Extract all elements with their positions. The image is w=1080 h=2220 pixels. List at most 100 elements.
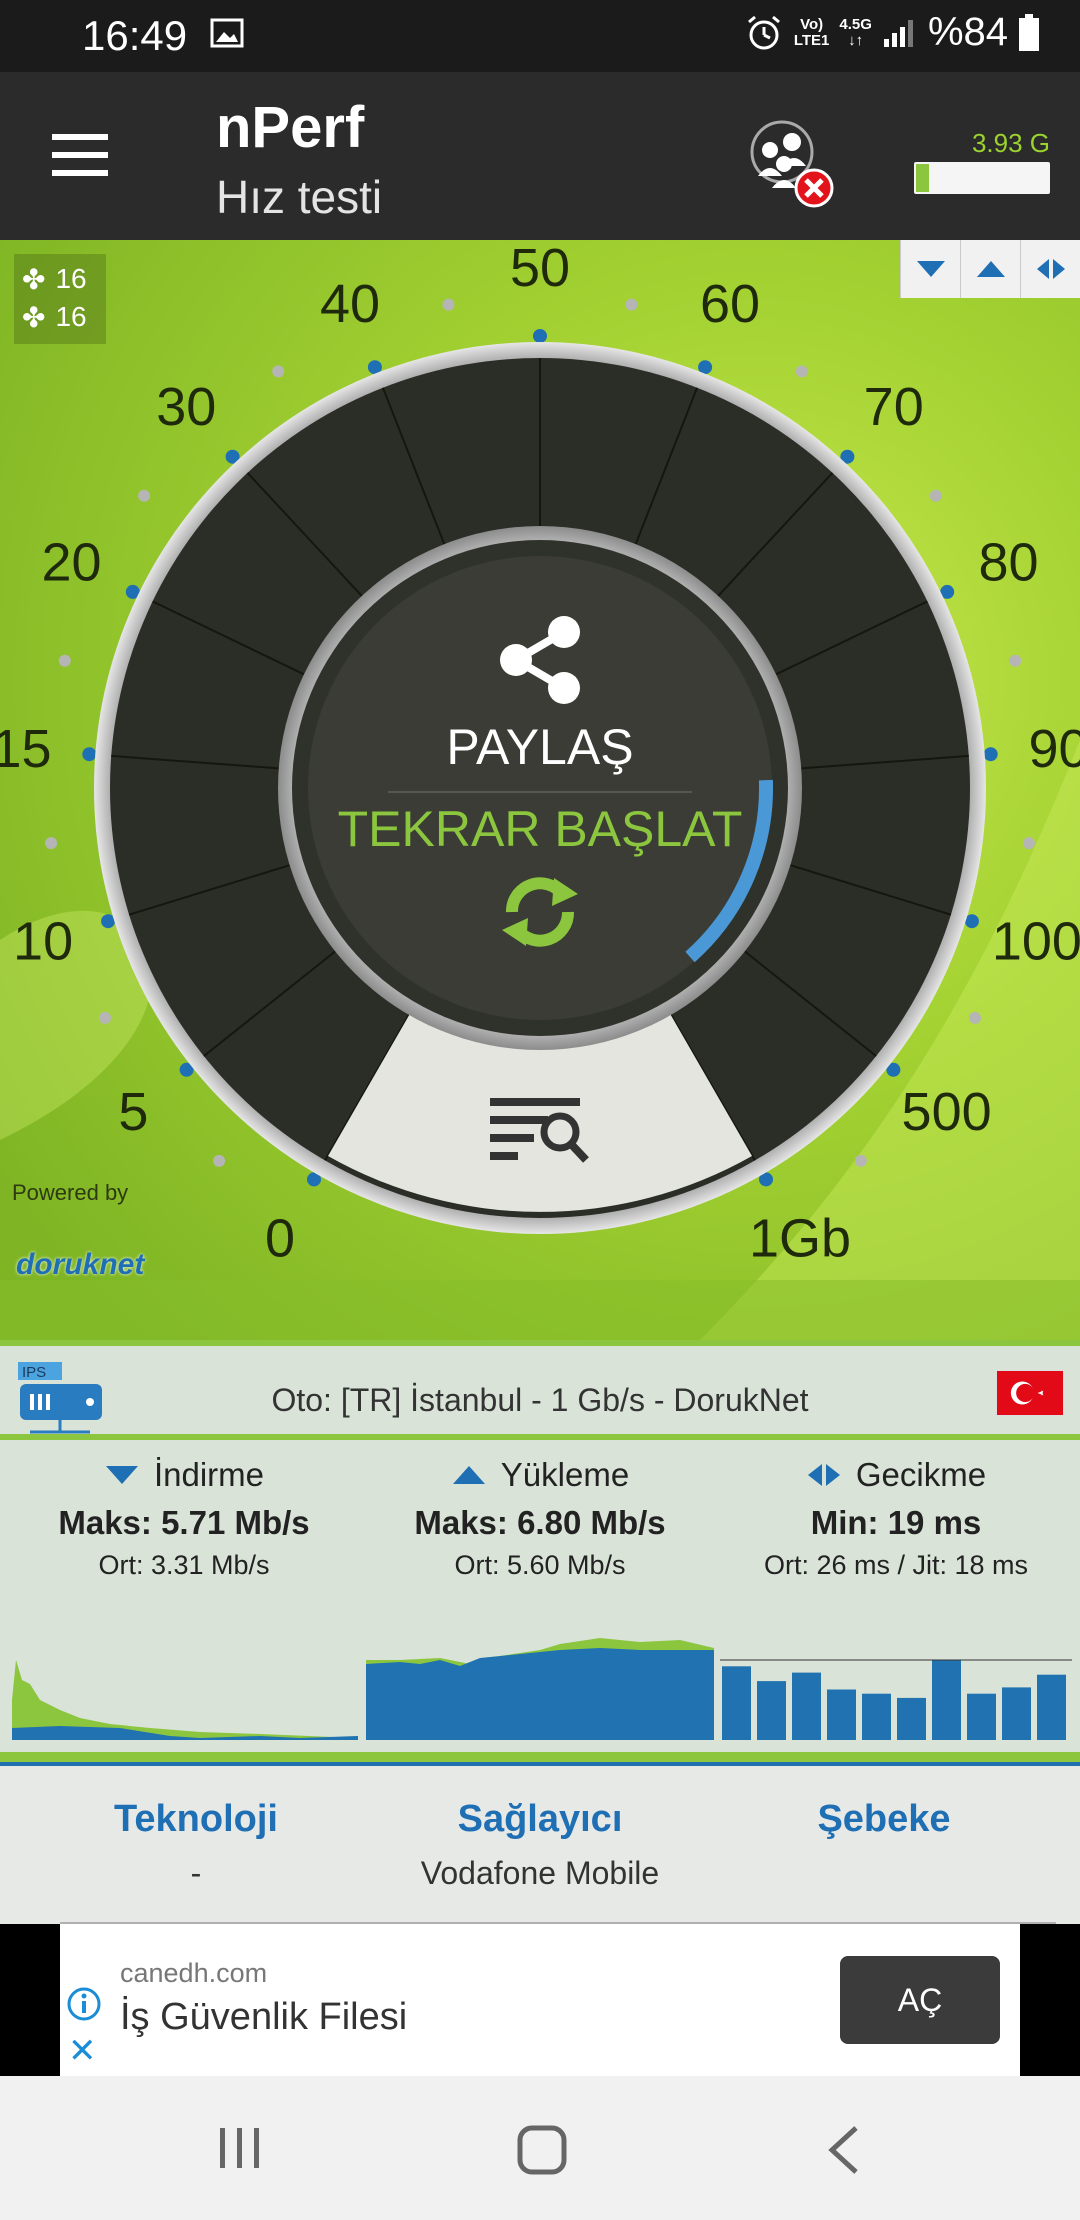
- latency-bar: [932, 1660, 961, 1740]
- status-right: Vo) LTE1 4.5G ↓↑ %84: [744, 10, 1040, 55]
- technology-label: Teknoloji: [114, 1798, 278, 1840]
- menu-button[interactable]: [52, 134, 114, 178]
- gauge-minor-tick: [1009, 654, 1022, 667]
- results-divider: [0, 1752, 1080, 1762]
- download-max: Maks: 5.71 Mb/s: [58, 1504, 310, 1541]
- results-panel: İndirme Maks: 5.71 Mb/s Ort: 3.31 Mb/s Y…: [0, 1440, 1080, 1760]
- upload-view-button[interactable]: [960, 240, 1020, 298]
- latency-arrows-icon: [1036, 259, 1065, 279]
- latency-bar: [722, 1666, 751, 1740]
- upload-result: Yükleme Maks: 6.80 Mb/s Ort: 5.60 Mb/s: [360, 1456, 720, 1581]
- triangle-up-icon: [976, 261, 1005, 277]
- gauge-minor-tick: [272, 365, 285, 378]
- latency-bar: [862, 1693, 891, 1740]
- gauge-label: 80: [978, 532, 1038, 592]
- latency-avg: Ort: 26 ms / Jit: 18 ms: [763, 1550, 1029, 1580]
- upload-graph: [366, 1638, 714, 1740]
- data-used-bar-fill: [916, 164, 929, 192]
- latency-view-button[interactable]: [1020, 240, 1080, 298]
- share-label: PAYLAŞ: [446, 719, 634, 775]
- upload-label: Yükleme: [500, 1456, 630, 1493]
- refresh-icon: [502, 877, 578, 947]
- network-type-info: Şebeke: [704, 1798, 1064, 1855]
- navigation-bar: [0, 2076, 1080, 2220]
- technology-info: Teknoloji -: [16, 1798, 376, 1892]
- gauge-label: 60: [700, 274, 760, 334]
- ad-banner[interactable]: ✕ canedh.com İş Güvenlik Filesi AÇ: [60, 1924, 1020, 2076]
- servers-icon: ✤: [22, 263, 46, 295]
- alarm-icon: [747, 15, 780, 49]
- network-type: 4.5G ↓↑: [839, 15, 872, 49]
- server-text: Oto: [TR] İstanbul - 1 Gb/s - DorukNet: [271, 1382, 809, 1418]
- community-offline-icon[interactable]: [740, 112, 840, 212]
- gauge-minor-tick: [138, 489, 151, 502]
- speedometer-panel: 0 5 10 15 20 30 40 50 60 70 80 90 100 500 1Gb: [0, 240, 1080, 1340]
- sponsor-logo[interactable]: doruknet: [16, 1248, 144, 1282]
- gauge-label: 30: [156, 377, 216, 437]
- upload-avg: Ort: 5.60 Mb/s: [454, 1550, 626, 1580]
- gauge-minor-tick: [929, 489, 942, 502]
- share-icon: [500, 616, 580, 704]
- restart-button[interactable]: TEKRAR BAŞLAT: [320, 800, 760, 950]
- gauge-label: 5: [118, 1082, 148, 1142]
- download-label: İndirme: [153, 1456, 265, 1493]
- result-graphs: [12, 1638, 1072, 1740]
- network-label: Şebeke: [817, 1798, 951, 1840]
- home-icon[interactable]: [516, 2124, 568, 2176]
- gauge-tick: [82, 747, 97, 762]
- latency-min: Min: 19 ms: [810, 1504, 982, 1541]
- app-title: nPerf: [216, 95, 365, 160]
- gauge-label: 500: [902, 1082, 992, 1142]
- gauge-label: 10: [13, 911, 73, 971]
- signal-icon: [883, 19, 913, 47]
- data-used-bar: [914, 162, 1050, 194]
- recent-apps-icon[interactable]: [216, 2124, 264, 2172]
- ad-domain: canedh.com: [120, 1958, 268, 1988]
- gauge-label: 90: [1028, 719, 1080, 779]
- gauge-minor-tick: [99, 1011, 111, 1024]
- view-toggle-group: [900, 240, 1080, 298]
- gauge-minor-tick: [45, 837, 58, 850]
- latency-bar: [1002, 1687, 1031, 1740]
- upload-max: Maks: 6.80 Mb/s: [414, 1504, 666, 1541]
- latency-arrows-icon: [807, 1464, 840, 1486]
- latency-bar: [757, 1681, 786, 1740]
- battery-percent: %84: [927, 10, 1008, 54]
- gauge-label: 40: [320, 274, 380, 334]
- share-button[interactable]: PAYLAŞ: [390, 610, 690, 780]
- gauge-minor-tick: [213, 1154, 226, 1167]
- gauge-tick: [533, 329, 547, 343]
- latency-bar: [1037, 1674, 1066, 1740]
- server-selector[interactable]: IPS Oto: [TR] İstanbul - 1 Gb/s - DorukN…: [0, 1340, 1080, 1440]
- battery-icon: [1019, 13, 1039, 51]
- latency-bar: [967, 1693, 996, 1740]
- speedometer-gauge: 0 5 10 15 20 30 40 50 60 70 80 90 100 500 1Gb: [0, 240, 1080, 1340]
- server-badge: IPS: [22, 1364, 46, 1381]
- gauge-minor-tick: [625, 298, 638, 311]
- provider-info: Sağlayıcı Vodafone Mobile: [360, 1798, 720, 1892]
- volte-indicator: Vo) LTE1: [793, 15, 830, 49]
- ad-open-button[interactable]: AÇ: [840, 1956, 1000, 2044]
- close-icon[interactable]: ✕: [68, 2034, 97, 2068]
- gauge-minor-tick: [442, 298, 455, 311]
- download-view-button[interactable]: [900, 240, 960, 298]
- back-icon[interactable]: [824, 2124, 864, 2176]
- gauge-minor-tick: [969, 1011, 981, 1024]
- download-graph: [12, 1660, 358, 1740]
- server-count-box: ✤ 16 ✤ 16: [14, 254, 106, 344]
- status-time: 16:49: [82, 12, 188, 59]
- turkey-flag-icon: [996, 1370, 1064, 1416]
- server-count-a: 16: [55, 263, 87, 294]
- servers-icon: ✤: [22, 301, 46, 333]
- info-icon[interactable]: [66, 1986, 102, 2022]
- gauge-label: 1Gb: [749, 1208, 851, 1268]
- gauge-minor-tick: [795, 365, 808, 378]
- download-arrow-icon: [105, 1466, 138, 1484]
- gauge-label: 100: [992, 911, 1080, 971]
- server-count-b: 16: [55, 301, 87, 332]
- gallery-icon: [210, 18, 244, 48]
- powered-by-label: Powered by: [12, 1180, 129, 1205]
- data-used-label: 3.93 G: [971, 128, 1050, 158]
- app-subtitle: Hız testi: [216, 171, 383, 223]
- latency-graph: [720, 1659, 1072, 1740]
